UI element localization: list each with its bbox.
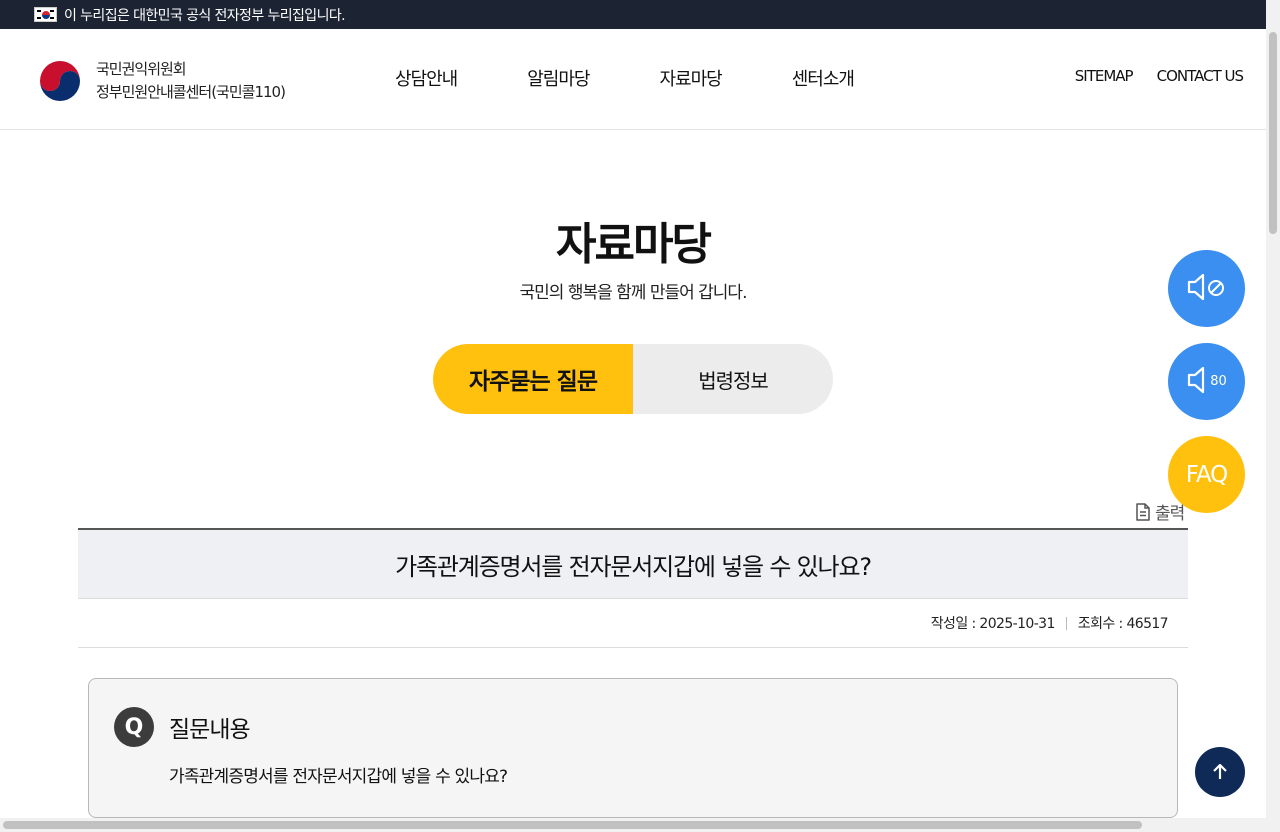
vertical-scrollbar[interactable] [1266, 0, 1280, 818]
volume-level: 80 [1210, 374, 1227, 389]
contact-us-link[interactable]: CONTACT US [1157, 67, 1244, 85]
arrow-up-icon [1213, 763, 1227, 779]
page-title: 자료마당 [556, 219, 712, 270]
print-button[interactable]: 출력 [1135, 499, 1185, 524]
logo-center-name: 정부민원안내콜센터(국민콜110) [96, 83, 286, 101]
mute-button[interactable] [1168, 250, 1245, 327]
nav-item-notice[interactable]: 알림마당 [527, 65, 590, 91]
scroll-top-button[interactable] [1195, 747, 1245, 797]
question-body: 가족관계증명서를 전자문서지갑에 넣을 수 있나요? [169, 767, 508, 787]
article-views: 조회수 : 46517 [1077, 616, 1169, 632]
korea-flag-icon [34, 7, 57, 22]
sitemap-link[interactable]: SITEMAP [1075, 67, 1134, 85]
section-tabs: 자주묻는 질문 법령정보 [433, 344, 833, 414]
article-title: 가족관계증명서를 전자문서지갑에 넣을 수 있나요? [78, 528, 1188, 599]
meta-divider [1065, 616, 1067, 630]
gov-banner-text: 이 누리집은 대한민국 공식 전자정부 누리집입니다. [64, 7, 346, 24]
nav-item-about[interactable]: 센터소개 [792, 65, 855, 91]
question-badge: Q [114, 707, 154, 747]
site-header: 국민권익위원회 정부민원안내콜센터(국민콜110) 상담안내 알림마당 자료마당… [0, 29, 1266, 130]
page-subtitle: 국민의 행복을 함께 만들어 갑니다. [519, 283, 748, 303]
nav-item-consulting[interactable]: 상담안내 [395, 65, 458, 91]
volume-button[interactable]: 80 [1168, 343, 1245, 420]
document-icon [1136, 502, 1150, 521]
tab-faq[interactable]: 자주묻는 질문 [433, 344, 633, 414]
gov-banner: 이 누리집은 대한민국 공식 전자정부 누리집입니다. [0, 0, 1266, 29]
print-label: 출력 [1155, 504, 1185, 524]
question-heading: 질문내용 [169, 717, 251, 743]
site-logo[interactable]: 국민권익위원회 정부민원안내콜센터(국민콜110) [34, 55, 286, 107]
logo-org-name: 국민권익위원회 [96, 60, 187, 78]
nav-item-resources[interactable]: 자료마당 [660, 65, 723, 91]
main-nav: 상담안내 알림마당 자료마당 센터소개 [395, 65, 924, 91]
article-meta: 작성일 : 2025-10-31 조회수 : 46517 [78, 599, 1188, 648]
article-date: 작성일 : 2025-10-31 [930, 616, 1056, 632]
speaker-volume-icon [1186, 363, 1208, 401]
horizontal-scrollbar[interactable] [0, 818, 1280, 832]
tab-law-info[interactable]: 법령정보 [633, 344, 833, 414]
question-box: Q 질문내용 가족관계증명서를 전자문서지갑에 넣을 수 있나요? [88, 678, 1178, 818]
logo-text: 국민권익위원회 정부민원안내콜센터(국민콜110) [96, 58, 286, 104]
government-emblem-icon [34, 55, 86, 107]
speaker-mute-icon [1186, 270, 1228, 308]
utility-links: SITEMAP CONTACT US [1051, 67, 1244, 85]
